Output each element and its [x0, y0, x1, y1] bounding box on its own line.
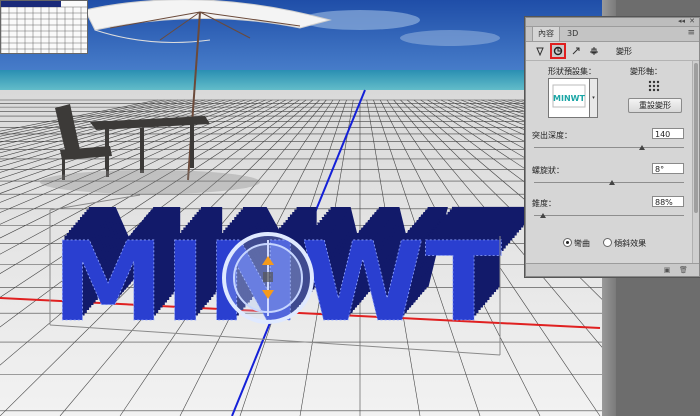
deform-axis-label: 變形軸：	[630, 67, 662, 76]
shape-preset-swatch[interactable]: MINWT	[548, 78, 590, 118]
deform-glyph	[553, 46, 563, 56]
slider-thumb[interactable]	[540, 213, 546, 218]
tool-label: 變形	[616, 47, 632, 56]
close-icon[interactable]: ✕	[689, 17, 695, 25]
shape-preset-label: 形狀預設集：	[548, 67, 596, 76]
bend-label: 彎曲	[574, 239, 590, 248]
panel-menu-icon[interactable]: ≡	[687, 28, 695, 38]
twist-input[interactable]: 8°	[652, 163, 684, 174]
deform-mode-radios: 彎曲 傾斜效果	[563, 238, 646, 249]
coordinates-icon[interactable]	[588, 45, 600, 57]
panel-footer: ▣ 🗑	[526, 263, 699, 276]
shear-radio[interactable]	[603, 238, 613, 247]
mesh-icon[interactable]	[534, 45, 546, 57]
cap-icon[interactable]	[570, 45, 582, 57]
trash-icon[interactable]: 🗑	[679, 266, 688, 274]
twist-slider[interactable]	[534, 180, 684, 185]
scrollbar-thumb[interactable]	[694, 63, 698, 213]
extrusion-depth-input[interactable]: 140	[652, 128, 684, 139]
panel-scrollbar[interactable]	[692, 61, 699, 263]
extrusion-depth-slider[interactable]	[534, 145, 684, 150]
taper-input[interactable]: 88%	[652, 196, 684, 207]
slider-thumb[interactable]	[609, 180, 615, 185]
coordinates-glyph	[590, 47, 598, 55]
preset-preview: MINWT	[552, 84, 586, 108]
property-tool-row: 變形	[526, 42, 699, 61]
panel-tabbar: 內容 3D ≡	[526, 27, 699, 42]
cloud	[400, 30, 500, 46]
deform-icon[interactable]	[550, 43, 566, 59]
properties-panel: ◂◂ ✕ 內容 3D ≡ 變形 形狀預設集： 變形軸： MINWT ▾ 重設變形…	[525, 17, 700, 277]
deform-axis-grid-icon[interactable]	[648, 80, 660, 92]
navigator-thumbnail[interactable]	[0, 0, 88, 54]
shear-label: 傾斜效果	[614, 239, 647, 248]
collapse-icon[interactable]: ◂◂	[678, 17, 685, 25]
twist-label: 螺旋狀：	[532, 166, 564, 175]
cap-glyph	[572, 47, 580, 55]
preset-dropdown-icon[interactable]: ▾	[589, 78, 598, 118]
transform-gizmo[interactable]	[222, 232, 314, 324]
extrusion-depth-label: 突出深度：	[532, 131, 572, 140]
taper-label: 錐度：	[532, 199, 556, 208]
mask-icon[interactable]: ▣	[663, 266, 671, 274]
tab-3d[interactable]: 3D	[562, 27, 583, 41]
panel-titlebar[interactable]: ◂◂ ✕	[526, 17, 699, 27]
reset-deform-button[interactable]: 重設變形	[628, 98, 682, 113]
mesh-glyph	[536, 47, 544, 56]
slider-thumb[interactable]	[639, 145, 645, 150]
preset-text: MINWT	[553, 94, 585, 103]
tab-properties[interactable]: 內容	[532, 27, 560, 41]
bend-radio[interactable]	[563, 238, 572, 247]
taper-slider[interactable]	[534, 213, 684, 218]
navigator-grid	[1, 1, 87, 53]
